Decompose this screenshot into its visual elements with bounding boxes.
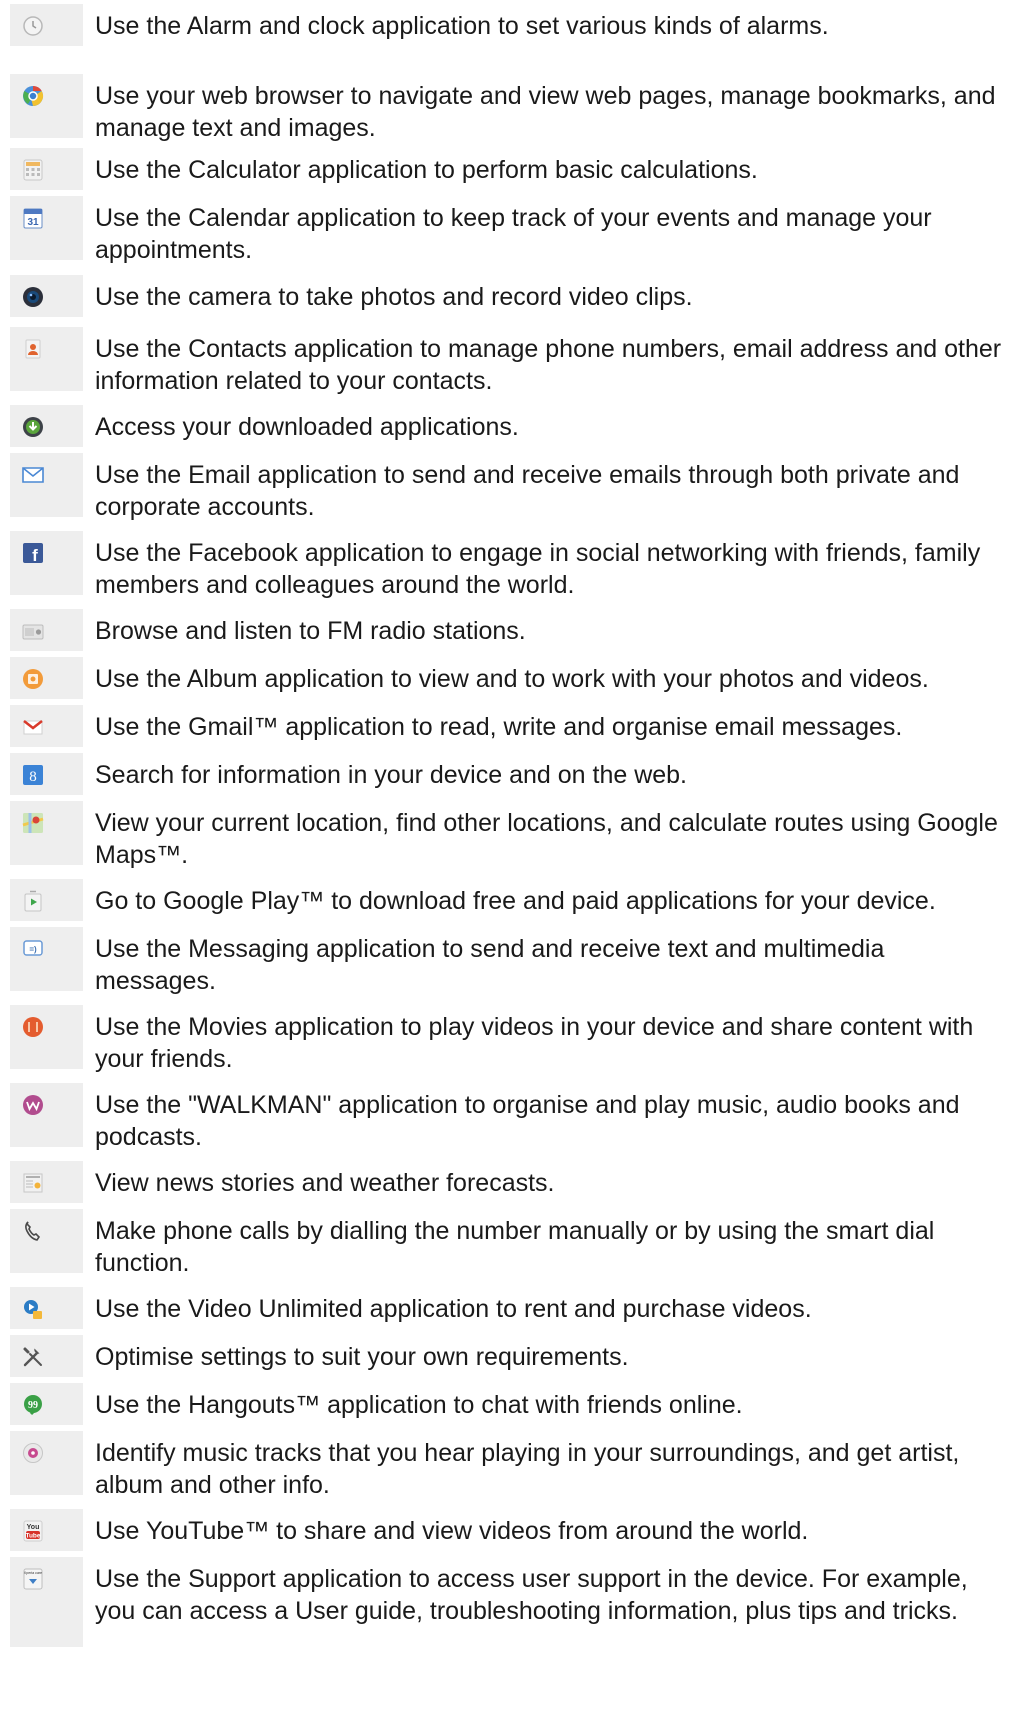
- item-description: Use the Calculator application to perfor…: [95, 156, 758, 184]
- icon-cell: [10, 657, 83, 699]
- item-description: View news stories and weather forecasts.: [95, 1169, 555, 1197]
- icon-cell: 8: [10, 753, 83, 795]
- item-description: Use the Gmail™ application to read, writ…: [95, 713, 903, 741]
- item-description: Use the Calendar application to keep tra…: [95, 204, 932, 264]
- list-item: Xperia care Use the Support application t…: [0, 1557, 1019, 1647]
- svg-text:Tube: Tube: [25, 1533, 40, 1540]
- item-description: Use the camera to take photos and record…: [95, 283, 693, 311]
- icon-cell: [10, 405, 83, 447]
- item-description: Use the Hangouts™ application to chat wi…: [95, 1391, 743, 1419]
- icon-cell: You Tube: [10, 1509, 83, 1551]
- list-item: Go to Google Play™ to download free and …: [0, 879, 1019, 921]
- item-description: Browse and listen to FM radio stations.: [95, 617, 526, 645]
- list-item: 99 Use the Hangouts™ application to chat …: [0, 1383, 1019, 1425]
- list-item: Use the Video Unlimited application to r…: [0, 1287, 1019, 1329]
- svg-text:31: 31: [27, 217, 39, 228]
- list-item: Optimise settings to suit your own requi…: [0, 1335, 1019, 1377]
- list-item: You Tube Use YouTube™ to share and view vi…: [0, 1509, 1019, 1551]
- list-item: View news stories and weather forecasts.: [0, 1161, 1019, 1203]
- item-description: Use the Alarm and clock application to s…: [95, 12, 829, 40]
- icon-cell: [10, 1161, 83, 1203]
- item-description: Use your web browser to navigate and vie…: [95, 82, 996, 142]
- list-item: Use the Movies application to play video…: [0, 1005, 1019, 1073]
- list-item: View your current location, find other l…: [0, 801, 1019, 869]
- item-description: Use the Album application to view and to…: [95, 665, 929, 693]
- svg-text:You: You: [27, 1524, 40, 1531]
- item-description: Use YouTube™ to share and view videos fr…: [95, 1517, 809, 1545]
- list-item: Browse and listen to FM radio stations.: [0, 609, 1019, 651]
- item-description: Use the Contacts application to manage p…: [95, 335, 1002, 395]
- item-description: Make phone calls by dialling the number …: [95, 1217, 935, 1277]
- icon-cell: [10, 453, 83, 517]
- icon-cell: [10, 879, 83, 921]
- icon-cell: [10, 4, 83, 46]
- item-description: Optimise settings to suit your own requi…: [95, 1343, 629, 1371]
- svg-text:f: f: [32, 546, 38, 565]
- item-description: View your current location, find other l…: [95, 809, 998, 869]
- item-description: Access your downloaded applications.: [95, 413, 519, 441]
- icon-cell: [10, 705, 83, 747]
- list-item: Use the Album application to view and to…: [0, 657, 1019, 699]
- icon-cell: [10, 1431, 83, 1495]
- svg-text:99: 99: [28, 1400, 38, 1411]
- list-item: 8 Search for information in your device a…: [0, 753, 1019, 795]
- icon-cell: 99: [10, 1383, 83, 1425]
- list-item: Use the Calculator application to perfor…: [0, 148, 1019, 190]
- item-description: Identify music tracks that you hear play…: [95, 1439, 960, 1499]
- icon-cell: f: [10, 531, 83, 595]
- list-item: Use the Alarm and clock application to s…: [0, 4, 1019, 46]
- list-item: Use the Gmail™ application to read, writ…: [0, 705, 1019, 747]
- svg-text:Xperia care: Xperia care: [24, 1571, 42, 1575]
- item-description: Use the Email application to send and re…: [95, 461, 960, 521]
- item-description: Search for information in your device an…: [95, 761, 688, 789]
- item-description: Use the Messaging application to send an…: [95, 935, 885, 995]
- icon-cell: [10, 327, 83, 391]
- icon-cell: =): [10, 927, 83, 991]
- icon-cell: [10, 275, 83, 317]
- icon-cell: Xperia care: [10, 1557, 83, 1647]
- icon-cell: [10, 74, 83, 138]
- icon-cell: [10, 1209, 83, 1273]
- list-item: Access your downloaded applications.: [0, 405, 1019, 447]
- svg-text:=): =): [29, 945, 37, 954]
- list-item: 31 Use the Calendar application to keep t…: [0, 196, 1019, 264]
- list-item: Use the Email application to send and re…: [0, 453, 1019, 521]
- item-description: Use the Support application to access us…: [95, 1565, 968, 1625]
- icon-cell: [10, 1083, 83, 1147]
- icon-cell: [10, 1335, 83, 1377]
- svg-text:8: 8: [29, 769, 37, 785]
- icon-cell: 31: [10, 196, 83, 260]
- icon-cell: [10, 1287, 83, 1329]
- item-description: Use the "WALKMAN" application to organis…: [95, 1091, 960, 1151]
- icon-cell: [10, 609, 83, 651]
- list-item: Use the Contacts application to manage p…: [0, 327, 1019, 395]
- icon-cell: [10, 801, 83, 865]
- list-item: Use the camera to take photos and record…: [0, 275, 1019, 317]
- list-item: Use your web browser to navigate and vie…: [0, 74, 1019, 142]
- list-item: Make phone calls by dialling the number …: [0, 1209, 1019, 1277]
- list-item: Identify music tracks that you hear play…: [0, 1431, 1019, 1499]
- item-description: Use the Facebook application to engage i…: [95, 539, 981, 599]
- item-description: Go to Google Play™ to download free and …: [95, 887, 936, 915]
- list-item: Use the "WALKMAN" application to organis…: [0, 1083, 1019, 1151]
- icon-cell: [10, 148, 83, 190]
- item-description: Use the Video Unlimited application to r…: [95, 1295, 812, 1323]
- icon-cell: [10, 1005, 83, 1069]
- item-description: Use the Movies application to play video…: [95, 1013, 974, 1073]
- list-item: f Use the Facebook application to engage …: [0, 531, 1019, 599]
- list-item: =) Use the Messaging application to send …: [0, 927, 1019, 995]
